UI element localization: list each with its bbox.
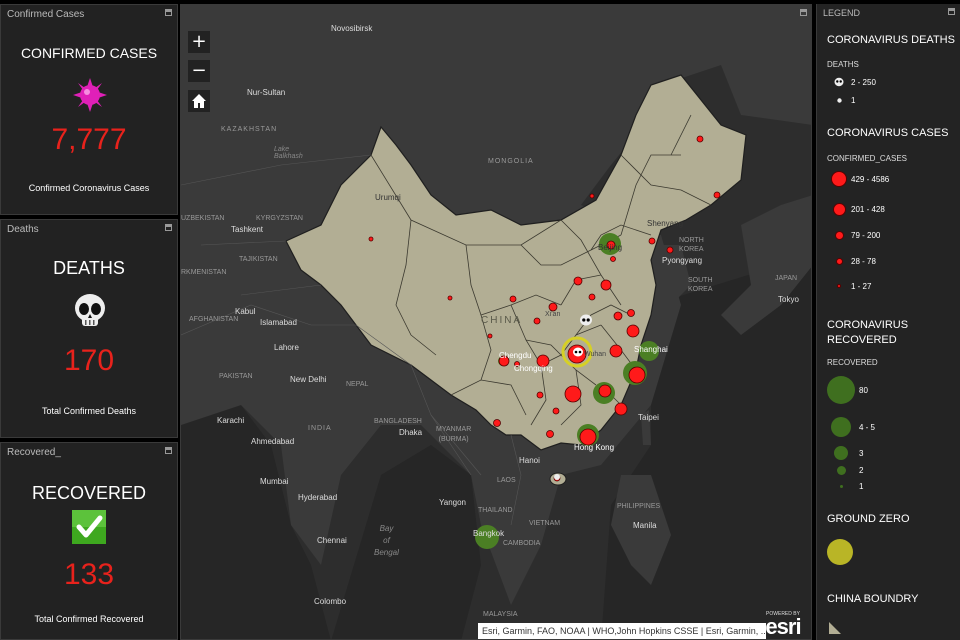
recovered-panel: Recovered_ RECOVERED 133 Total Confirmed… — [0, 442, 178, 640]
legend-label: 4 - 5 — [859, 423, 876, 432]
maximize-icon[interactable] — [165, 224, 172, 231]
esri-logo[interactable]: POWERED BY esri — [761, 611, 805, 639]
panel-header: Recovered_ — [7, 447, 61, 458]
confirmed-count: 7,777 — [51, 123, 127, 156]
legend-label: 1 — [851, 96, 856, 105]
deaths-title: DEATHS — [53, 258, 125, 278]
legend-deaths-title: CORONAVIRUS DEATHS — [827, 34, 955, 46]
recovered-symbol — [827, 478, 855, 494]
maximize-icon[interactable] — [165, 447, 172, 454]
ground-zero-symbol — [827, 539, 853, 565]
panel-header: Confirmed Cases — [7, 9, 85, 20]
maximize-icon[interactable] — [165, 9, 172, 16]
case-symbol — [827, 201, 851, 217]
zoom-out-button[interactable]: − — [188, 60, 210, 82]
recovered-symbol — [827, 415, 855, 439]
legend-label: 201 - 428 — [851, 205, 885, 214]
maximize-icon[interactable] — [948, 8, 955, 15]
legend-label: 1 — [859, 482, 864, 491]
legend-label: 1 - 27 — [851, 282, 872, 291]
legend-label: 28 - 78 — [851, 257, 876, 266]
skull-icon — [71, 292, 109, 330]
home-icon — [192, 94, 206, 108]
legend-label: 429 - 4586 — [851, 175, 890, 184]
case-symbol — [827, 278, 851, 294]
legend-ground-zero-title: GROUND ZERO — [827, 513, 910, 525]
legend-label: 80 — [859, 386, 868, 395]
deaths-subtitle: Total Confirmed Deaths — [41, 406, 137, 416]
deaths-count: 170 — [63, 344, 115, 377]
deaths-panel: Deaths DEATHS 170 Total Confirmed Deaths — [0, 219, 178, 438]
esri-brand: esri — [765, 614, 801, 639]
virus-icon — [72, 77, 108, 113]
legend-label: 2 - 250 — [851, 78, 876, 87]
panel-header: Deaths — [7, 224, 39, 235]
recovered-symbol — [827, 376, 855, 404]
confirmed-cases-panel: Confirmed Cases CONFIRMED CASES 7,777 Co… — [0, 4, 178, 215]
confirmed-title: CONFIRMED CASES — [20, 45, 158, 61]
zoom-in-button[interactable]: + — [188, 31, 210, 53]
legend-label: 79 - 200 — [851, 231, 881, 240]
legend-label: 3 — [859, 449, 864, 458]
recovered-subtitle: Total Confirmed Recovered — [34, 614, 144, 624]
maximize-icon[interactable] — [800, 9, 807, 16]
legend-label: 2 — [859, 466, 864, 475]
legend-recovered-field: RECOVERED — [827, 358, 878, 367]
recovered-symbol — [827, 462, 855, 478]
checkmark-icon — [72, 510, 106, 544]
confirmed-subtitle: Confirmed Coronavirus Cases — [28, 183, 150, 193]
recovered-symbol — [827, 445, 855, 461]
china-boundary-symbol — [829, 622, 841, 634]
legend-recovered-title: CORONAVIRUS RECOVERED — [827, 319, 909, 346]
legend-cases-field: CONFIRMED_CASES — [827, 154, 908, 163]
legend-panel: LEGEND CORONAVIRUS DEATHS DEATHS 2 - 250… — [816, 4, 960, 640]
basemap — [181, 5, 811, 639]
legend-cases-title: CORONAVIRUS CASES — [827, 127, 949, 139]
recovered-title: RECOVERED — [31, 483, 147, 503]
legend-boundary-title: CHINA BOUNDRY — [827, 593, 919, 605]
home-button[interactable] — [188, 90, 210, 112]
case-symbol — [827, 227, 851, 243]
map-view[interactable]: Novosibirsk Nur-Sultan KAZAKHSTAN Lake B… — [180, 4, 812, 640]
legend-header: LEGEND — [823, 8, 861, 18]
map-attribution: Esri, Garmin, FAO, NOAA | WHO,John Hopki… — [478, 623, 766, 639]
skull-icon — [827, 92, 851, 108]
case-symbol — [827, 253, 851, 269]
legend-deaths-field: DEATHS — [827, 60, 859, 69]
case-symbol — [827, 171, 851, 187]
skull-icon — [827, 74, 851, 90]
recovered-count: 133 — [63, 558, 115, 591]
